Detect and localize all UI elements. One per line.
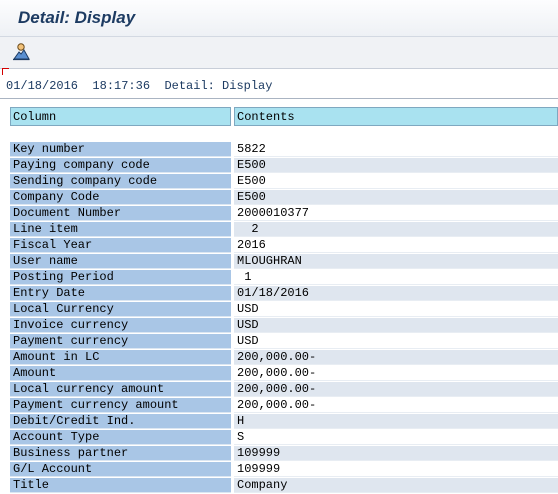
field-value: USD: [234, 302, 558, 317]
table-row[interactable]: Line item 2: [10, 222, 558, 238]
field-value: 1: [234, 270, 558, 285]
window-title: Detail: Display: [18, 8, 136, 27]
table-row[interactable]: Entry Date 01/18/2016: [10, 286, 558, 302]
table-row[interactable]: Title Company: [10, 478, 558, 494]
field-value: 2: [234, 222, 558, 237]
focus-marker: [2, 68, 9, 75]
table-body: Key number 5822 Paying company code E500 Sen…: [10, 142, 558, 494]
title-bar: Detail: Display: [0, 0, 558, 37]
table-row[interactable]: Key number 5822: [10, 142, 558, 158]
field-label: Key number: [10, 142, 231, 157]
table-row[interactable]: Document Number 2000010377: [10, 206, 558, 222]
field-value: 200,000.00-: [234, 382, 558, 397]
field-label: Invoice currency: [10, 318, 231, 333]
list-header-line: 01/18/2016 18:17:36 Detail: Display: [6, 79, 272, 93]
status-screen-name: Detail: Display: [164, 79, 273, 93]
field-value: E500: [234, 174, 558, 189]
field-value: E500: [234, 158, 558, 173]
field-value: E500: [234, 190, 558, 205]
table-spacer: [10, 127, 558, 142]
table-row[interactable]: User name MLOUGHRAN: [10, 254, 558, 270]
field-label: Company Code: [10, 190, 231, 205]
field-value: 2016: [234, 238, 558, 253]
table-row[interactable]: Paying company code E500: [10, 158, 558, 174]
field-label: User name: [10, 254, 231, 269]
table-row[interactable]: Company Code E500: [10, 190, 558, 206]
field-label: Payment currency amount: [10, 398, 231, 413]
table-row[interactable]: Business partner 109999: [10, 446, 558, 462]
field-label: Local Currency: [10, 302, 231, 317]
field-label: Debit/Credit Ind.: [10, 414, 231, 429]
field-label: Amount in LC: [10, 350, 231, 365]
application-toolbar: [0, 37, 558, 69]
field-label: Entry Date: [10, 286, 231, 301]
field-value: USD: [234, 334, 558, 349]
table-row[interactable]: Sending company code E500: [10, 174, 558, 190]
field-value: 01/18/2016: [234, 286, 558, 301]
table-row[interactable]: Amount 200,000.00-: [10, 366, 558, 382]
divider: [0, 98, 558, 99]
field-value: 109999: [234, 462, 558, 477]
detail-table: Column Contents Key number 5822 Paying com…: [10, 107, 558, 494]
table-row[interactable]: Account Type S: [10, 430, 558, 446]
field-value: MLOUGHRAN: [234, 254, 558, 269]
field-label: Payment currency: [10, 334, 231, 349]
field-label: Fiscal Year: [10, 238, 231, 253]
field-label: Paying company code: [10, 158, 231, 173]
field-value: 2000010377: [234, 206, 558, 221]
field-value: H: [234, 414, 558, 429]
field-value: Company: [234, 478, 558, 493]
user-mountain-icon[interactable]: [11, 42, 31, 62]
table-row[interactable]: Debit/Credit Ind. H: [10, 414, 558, 430]
field-label: Line item: [10, 222, 231, 237]
field-value: 200,000.00-: [234, 350, 558, 365]
field-value: S: [234, 430, 558, 445]
table-row[interactable]: Local currency amount 200,000.00-: [10, 382, 558, 398]
table-row[interactable]: Fiscal Year 2016: [10, 238, 558, 254]
field-label: G/L Account: [10, 462, 231, 477]
table-row[interactable]: Payment currency USD: [10, 334, 558, 350]
table-row[interactable]: G/L Account 109999: [10, 462, 558, 478]
table-row[interactable]: Local Currency USD: [10, 302, 558, 318]
column-header-column[interactable]: Column: [10, 107, 231, 126]
column-header-contents[interactable]: Contents: [234, 107, 558, 126]
field-label: Amount: [10, 366, 231, 381]
table-header: Column Contents: [10, 107, 558, 127]
field-value: 200,000.00-: [234, 366, 558, 381]
field-value: USD: [234, 318, 558, 333]
field-label: Business partner: [10, 446, 231, 461]
field-label: Title: [10, 478, 231, 493]
field-value: 200,000.00-: [234, 398, 558, 413]
status-time: 18:17:36: [92, 79, 151, 93]
table-row[interactable]: Invoice currency USD: [10, 318, 558, 334]
field-label: Account Type: [10, 430, 231, 445]
table-row[interactable]: Amount in LC 200,000.00-: [10, 350, 558, 366]
field-value: 109999: [234, 446, 558, 461]
field-label: Local currency amount: [10, 382, 231, 397]
table-row[interactable]: Payment currency amount 200,000.00-: [10, 398, 558, 414]
status-date: 01/18/2016: [6, 79, 79, 93]
field-label: Sending company code: [10, 174, 231, 189]
field-value: 5822: [234, 142, 558, 157]
field-label: Document Number: [10, 206, 231, 221]
field-label: Posting Period: [10, 270, 231, 285]
table-row[interactable]: Posting Period 1: [10, 270, 558, 286]
